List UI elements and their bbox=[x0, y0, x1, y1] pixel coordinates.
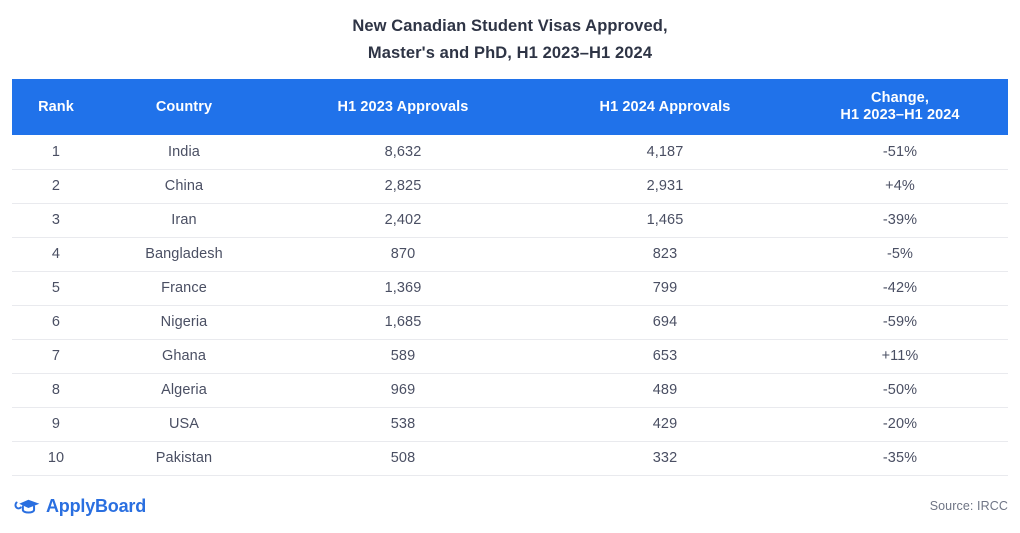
cell-change: -20% bbox=[792, 407, 1008, 442]
cell-h1-2024-approvals: 489 bbox=[538, 373, 792, 408]
column-header-change: Change, H1 2023–H1 2024 bbox=[792, 79, 1008, 135]
page-title: New Canadian Student Visas Approved, Mas… bbox=[12, 0, 1008, 67]
cell-country: France bbox=[100, 271, 268, 306]
cell-rank: 2 bbox=[12, 169, 100, 204]
cell-h1-2023-approvals: 589 bbox=[268, 339, 538, 374]
column-header-h1-2023-approvals: H1 2023 Approvals bbox=[268, 79, 538, 135]
cell-change: +11% bbox=[792, 339, 1008, 374]
brand-name: ApplyBoard bbox=[46, 495, 147, 516]
cell-rank: 4 bbox=[12, 237, 100, 272]
cell-h1-2024-approvals: 4,187 bbox=[538, 135, 792, 170]
cell-rank: 10 bbox=[12, 441, 100, 476]
cell-rank: 6 bbox=[12, 305, 100, 340]
cell-country: Ghana bbox=[100, 339, 268, 374]
cell-change: -59% bbox=[792, 305, 1008, 340]
cell-rank: 1 bbox=[12, 135, 100, 170]
cell-change: -5% bbox=[792, 237, 1008, 272]
cell-h1-2023-approvals: 2,825 bbox=[268, 169, 538, 204]
table-body: 1 India 8,632 4,187 -51% 2 China 2,825 2,931 +4% 3… bbox=[12, 135, 1008, 476]
table-row: 1 India 8,632 4,187 -51% bbox=[12, 135, 1008, 170]
cell-country: Pakistan bbox=[100, 441, 268, 476]
cell-h1-2023-approvals: 2,402 bbox=[268, 203, 538, 238]
cell-h1-2024-approvals: 653 bbox=[538, 339, 792, 374]
cell-rank: 3 bbox=[12, 203, 100, 238]
table-header: Rank Country H1 2023 Approvals H1 2024 A… bbox=[12, 79, 1008, 135]
cell-country: Algeria bbox=[100, 373, 268, 408]
applyboard-logo: ApplyBoard bbox=[12, 495, 146, 517]
cell-country: Bangladesh bbox=[100, 237, 268, 272]
cell-country: Nigeria bbox=[100, 305, 268, 340]
cell-country: Iran bbox=[100, 203, 268, 238]
column-header-change-line-2: H1 2023–H1 2024 bbox=[840, 107, 960, 123]
table-row: 8 Algeria 969 489 -50% bbox=[12, 373, 1008, 408]
table-row: 10 Pakistan 508 332 -35% bbox=[12, 441, 1008, 476]
cell-change: -50% bbox=[792, 373, 1008, 408]
cell-rank: 8 bbox=[12, 373, 100, 408]
page-title-line-1: New Canadian Student Visas Approved, bbox=[352, 17, 668, 35]
table-row: 4 Bangladesh 870 823 -5% bbox=[12, 237, 1008, 272]
cell-country: USA bbox=[100, 407, 268, 442]
cell-country: India bbox=[100, 135, 268, 170]
table-row: 3 Iran 2,402 1,465 -39% bbox=[12, 203, 1008, 238]
page-title-line-2: Master's and PhD, H1 2023–H1 2024 bbox=[367, 44, 653, 62]
cell-h1-2023-approvals: 870 bbox=[268, 237, 538, 272]
table-row: 9 USA 538 429 -20% bbox=[12, 407, 1008, 442]
table-header-row: Rank Country H1 2023 Approvals H1 2024 A… bbox=[12, 79, 1008, 135]
cell-change: -42% bbox=[792, 271, 1008, 306]
infographic-page: New Canadian Student Visas Approved, Mas… bbox=[0, 0, 1020, 533]
cell-h1-2023-approvals: 538 bbox=[268, 407, 538, 442]
cell-rank: 7 bbox=[12, 339, 100, 374]
column-header-country: Country bbox=[100, 79, 268, 135]
cell-h1-2024-approvals: 332 bbox=[538, 441, 792, 476]
cell-h1-2023-approvals: 1,685 bbox=[268, 305, 538, 340]
footer: ApplyBoard Source: IRCC bbox=[12, 491, 1008, 521]
cell-h1-2024-approvals: 823 bbox=[538, 237, 792, 272]
cell-rank: 9 bbox=[12, 407, 100, 442]
cell-h1-2024-approvals: 1,465 bbox=[538, 203, 792, 238]
cell-h1-2024-approvals: 429 bbox=[538, 407, 792, 442]
graduation-cap-icon bbox=[12, 495, 42, 517]
column-header-rank: Rank bbox=[12, 79, 100, 135]
cell-h1-2024-approvals: 694 bbox=[538, 305, 792, 340]
cell-h1-2023-approvals: 969 bbox=[268, 373, 538, 408]
cell-change: +4% bbox=[792, 169, 1008, 204]
cell-rank: 5 bbox=[12, 271, 100, 306]
cell-h1-2023-approvals: 508 bbox=[268, 441, 538, 476]
table-row: 2 China 2,825 2,931 +4% bbox=[12, 169, 1008, 204]
table-row: 6 Nigeria 1,685 694 -59% bbox=[12, 305, 1008, 340]
cell-change: -39% bbox=[792, 203, 1008, 238]
cell-change: -51% bbox=[792, 135, 1008, 170]
column-header-h1-2024-approvals: H1 2024 Approvals bbox=[538, 79, 792, 135]
source-attribution: Source: IRCC bbox=[929, 499, 1008, 513]
cell-h1-2024-approvals: 2,931 bbox=[538, 169, 792, 204]
cell-h1-2024-approvals: 799 bbox=[538, 271, 792, 306]
column-header-change-line-1: Change, bbox=[871, 90, 929, 106]
cell-country: China bbox=[100, 169, 268, 204]
cell-h1-2023-approvals: 1,369 bbox=[268, 271, 538, 306]
cell-change: -35% bbox=[792, 441, 1008, 476]
table-row: 5 France 1,369 799 -42% bbox=[12, 271, 1008, 306]
visa-approvals-table: Rank Country H1 2023 Approvals H1 2024 A… bbox=[12, 79, 1008, 476]
cell-h1-2023-approvals: 8,632 bbox=[268, 135, 538, 170]
table-row: 7 Ghana 589 653 +11% bbox=[12, 339, 1008, 374]
